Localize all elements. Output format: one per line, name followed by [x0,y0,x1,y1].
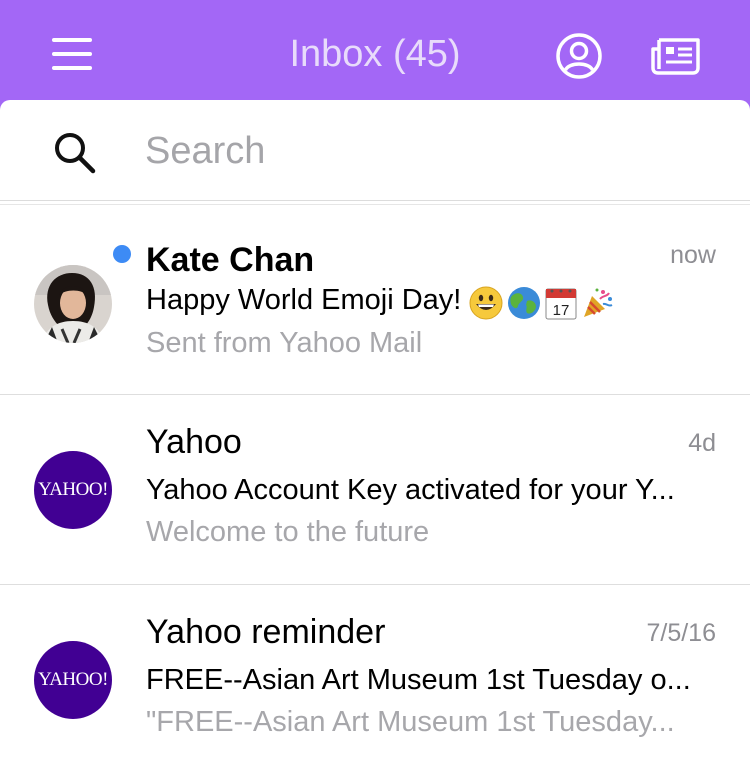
message-preview: Sent from Yahoo Mail [146,327,423,359]
message-subject: FREE--Asian Art Museum 1st Tuesday o... [146,664,691,696]
message-row-yahoo-reminder[interactable]: YAHOO! Yahoo reminder 7/5/16 FREE--Asian… [0,585,750,775]
message-time: 4d [688,429,716,457]
sender-name: Yahoo reminder [146,613,386,651]
yahoo-logo-avatar: YAHOO! [34,451,112,529]
message-preview: "FREE--Asian Art Museum 1st Tuesday... [146,706,675,738]
calendar-emoji: 17 [545,288,577,320]
profile-icon [556,33,602,79]
message-subject: Yahoo Account Key activated for your Y..… [146,474,675,506]
news-button[interactable] [650,35,702,77]
inbox-title: Inbox (45) [289,33,461,75]
message-row-yahoo[interactable]: YAHOO! Yahoo 4d Yahoo Account Key activa… [0,395,750,585]
message-time: now [670,241,716,269]
message-time: 7/5/16 [646,619,716,647]
app-header: Inbox (45) [0,0,750,110]
avatar [34,265,112,343]
message-preview: Welcome to the future [146,516,430,548]
yahoo-logo-avatar: YAHOO! [34,641,112,719]
calendar-emoji-day: 17 [553,302,570,319]
grinning-face-emoji [469,286,503,320]
sender-name: Yahoo [146,423,242,461]
globe-emoji [508,286,541,319]
message-subject: Happy World Emoji Day! 17 [146,282,716,320]
message-row-kate-chan[interactable]: Kate Chan now Happy World Emoji Day! 17 [0,205,750,395]
unread-indicator [113,245,131,263]
party-popper-emoji [584,288,613,317]
avatar-photo [34,265,112,343]
search-input[interactable] [145,126,705,176]
subject-text: Happy World Emoji Day! [146,284,462,316]
search-icon[interactable] [52,130,98,176]
profile-button[interactable] [555,32,603,80]
newspaper-icon [651,38,700,75]
sender-name: Kate Chan [146,241,315,279]
